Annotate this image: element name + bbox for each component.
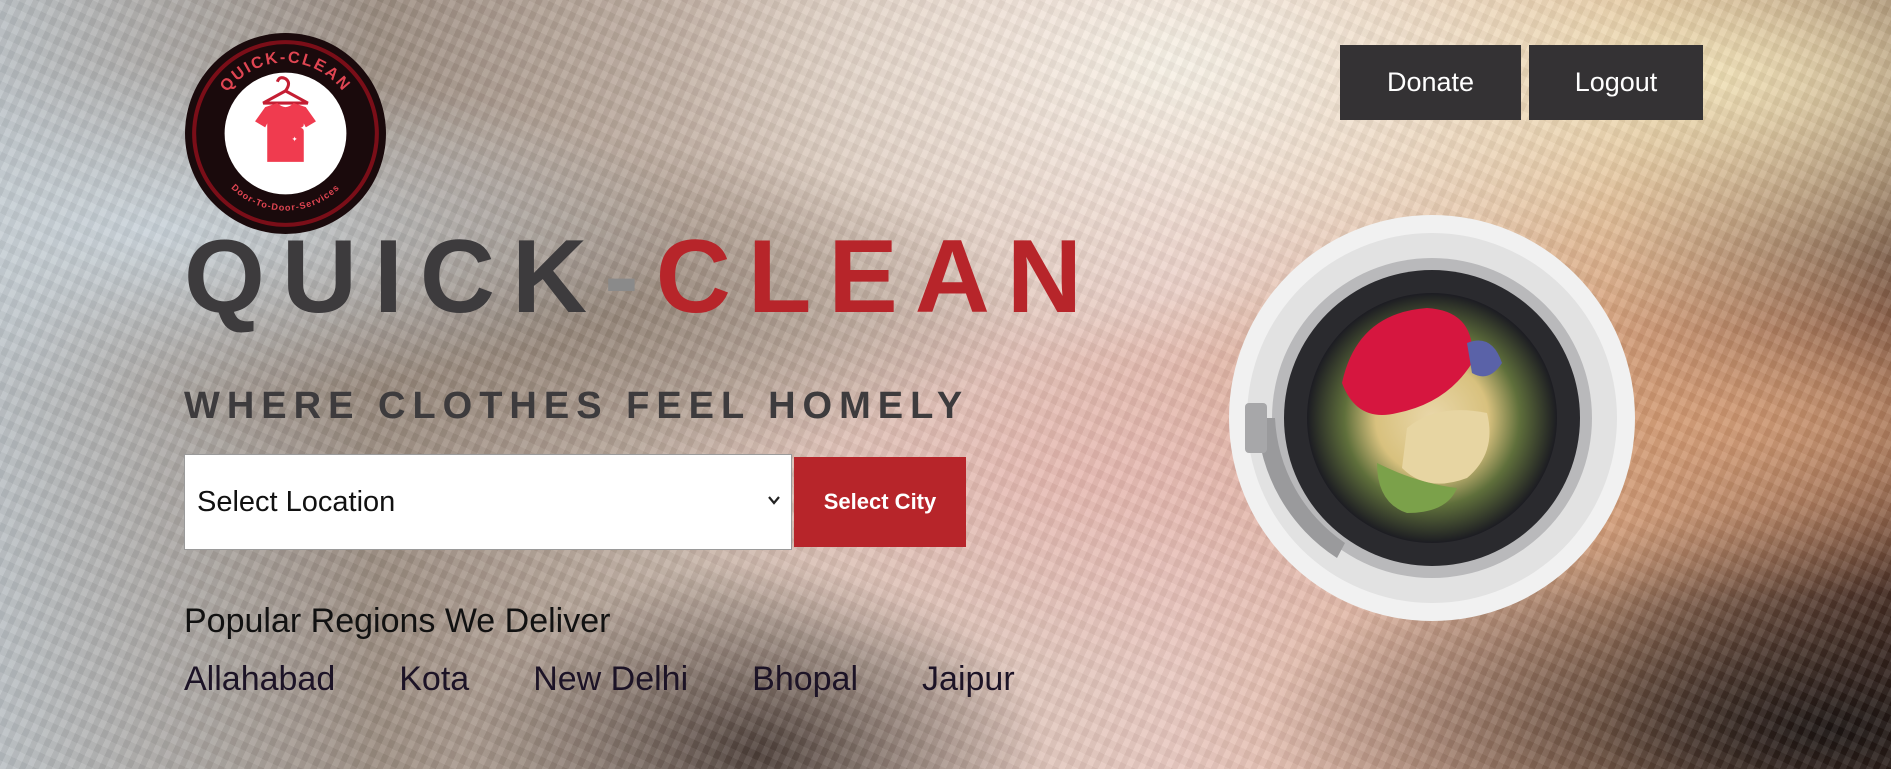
location-select[interactable]: Select Location [184,454,792,550]
region-link-kota[interactable]: Kota [399,660,469,699]
location-select-value: Select Location [197,485,396,518]
svg-text:✦: ✦ [292,135,298,144]
brand-title: QUICK-CLEAN [184,225,1099,329]
quick-clean-logo[interactable]: QUICK-CLEAN Door-To-Door-Services ✦ ✦ [184,32,387,235]
chevron-down-icon [768,496,780,505]
donate-button[interactable]: Donate [1340,45,1521,120]
svg-text:✦: ✦ [300,123,309,134]
region-link-allahabad[interactable]: Allahabad [184,660,335,699]
regions-title: Popular Regions We Deliver [184,602,611,640]
brand-title-dash: - [604,219,656,335]
region-link-new-delhi[interactable]: New Delhi [533,660,688,699]
washing-machine-icon [1229,215,1635,621]
select-city-button[interactable]: Select City [794,457,966,547]
tagline: WHERE CLOTHES FEEL HOMELY [184,385,970,427]
brand-title-part1: QUICK [184,219,605,335]
region-link-jaipur[interactable]: Jaipur [922,660,1015,699]
regions-list: Allahabad Kota New Delhi Bhopal Jaipur [184,660,1015,699]
brand-title-part2: CLEAN [655,219,1099,335]
logout-button[interactable]: Logout [1529,45,1703,120]
top-nav: Donate Logout [1340,45,1703,120]
hero-section: QUICK-CLEAN Door-To-Door-Services ✦ ✦ Do… [0,0,1891,769]
region-link-bhopal[interactable]: Bhopal [752,660,858,699]
location-search: Select Location Select City [184,454,966,550]
